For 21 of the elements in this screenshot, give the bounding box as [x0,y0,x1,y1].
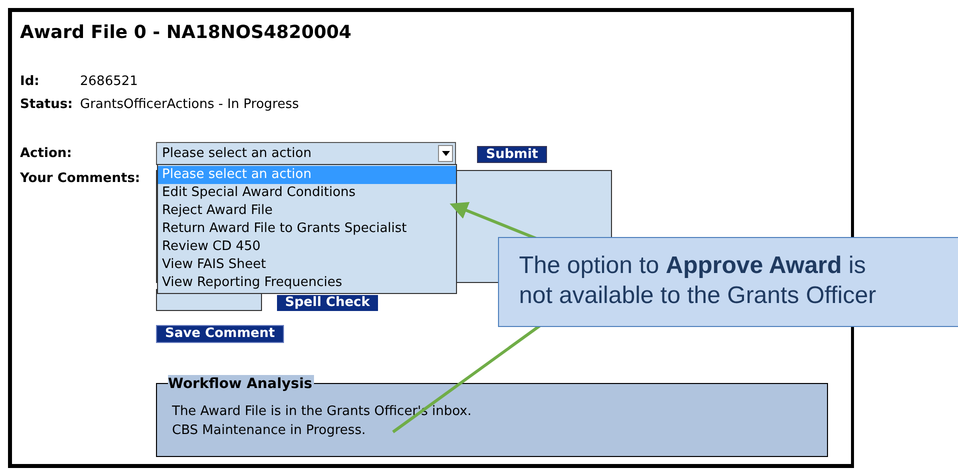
dropdown-option[interactable]: Reject Award File [158,202,456,220]
field-label: Status: [20,96,74,114]
spell-check-button[interactable]: Spell Check [277,295,378,311]
dropdown-option[interactable]: Return Award File to Grants Specialist [158,220,456,238]
workflow-text: CBS Maintenance in Progress. [172,422,366,440]
page-title: Award File 0 - NA18NOS4820004 [20,21,352,45]
field-value: 2686521 [80,73,138,91]
field-label: Id: [20,73,40,91]
dropdown-caret-icon [438,145,453,162]
action-label: Action: [20,145,73,163]
dropdown-option[interactable]: Edit Special Award Conditions [158,184,456,202]
dropdown-option[interactable]: View FAIS Sheet [158,256,456,274]
comments-label: Your Comments: [20,170,142,188]
action-select[interactable]: Please select an action [156,142,456,165]
workflow-legend: Workflow Analysis [168,375,314,393]
field-value: GrantsOfficerActions - In Progress [80,96,299,114]
callout-text: The option to Approve Award is not available to the Grants Officer [519,251,878,311]
submit-button[interactable]: Submit [477,146,548,163]
save-comment-button[interactable]: Save Comment [156,325,284,343]
dropdown-option[interactable]: Review CD 450 [158,238,456,256]
dropdown-option[interactable]: View Reporting Frequencies [158,274,456,292]
